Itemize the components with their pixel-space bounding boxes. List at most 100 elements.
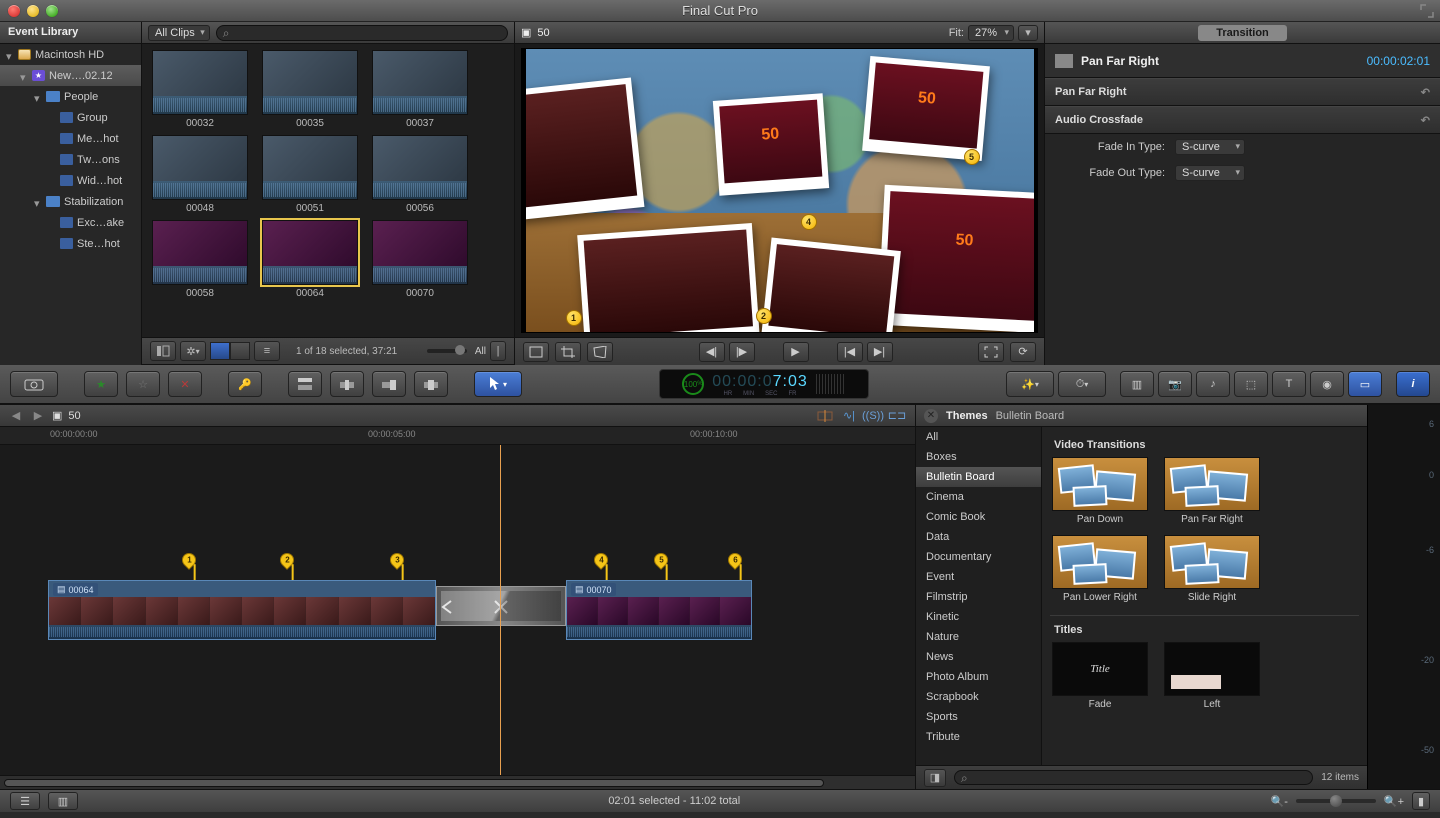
keyword-editor-button[interactable]: 🔑 [228, 371, 262, 397]
append-clip-button[interactable] [372, 371, 406, 397]
clip-filter-dropdown[interactable]: All Clips [148, 25, 210, 41]
browser-search-input[interactable] [216, 25, 508, 41]
disclosure-triangle[interactable]: ▾ [34, 92, 43, 101]
clip-thumbnail[interactable] [372, 135, 468, 200]
timeline-history-fwd[interactable]: ▶ [30, 409, 46, 423]
title-tile[interactable]: TitleFade [1050, 642, 1150, 710]
filmstrip-view-button[interactable] [210, 342, 230, 360]
timeline-ruler[interactable]: 00:00:00:00 00:00:05:00 00:00:10:00 [0, 427, 915, 445]
timeline-index-button[interactable]: ☰ [10, 792, 40, 810]
tree-item[interactable]: Tw…ons [0, 149, 141, 170]
thumbnail-size-slider[interactable] [427, 349, 467, 353]
themes-search-input[interactable] [954, 770, 1313, 785]
clip-thumbnail[interactable] [152, 50, 248, 115]
theme-category-item[interactable]: Event [916, 567, 1041, 587]
fade-in-type-dropdown[interactable]: S-curve [1175, 139, 1245, 155]
inspector-tab-transition[interactable]: Transition [1198, 25, 1287, 41]
clip-thumbnail[interactable] [262, 220, 358, 285]
theme-category-item[interactable]: Sports [916, 707, 1041, 727]
inspector-duration[interactable]: 00:00:02:01 [1367, 54, 1430, 68]
tree-item[interactable]: Exc…ake [0, 212, 141, 233]
timeline-marker[interactable]: 5 [651, 550, 671, 570]
skimmer-toggle[interactable]: | [490, 341, 506, 361]
zoom-slider[interactable] [1296, 799, 1376, 803]
disclosure-triangle[interactable]: ▾ [6, 50, 15, 59]
clip-item[interactable]: 00037 [370, 50, 470, 129]
clip-appearance-button[interactable]: ▥ [48, 792, 78, 810]
fullscreen-viewer-button[interactable] [978, 342, 1004, 362]
clip-item[interactable]: 00056 [370, 135, 470, 214]
skimming-toggle[interactable] [815, 408, 835, 424]
reset-section-button[interactable]: ↶ [1421, 86, 1430, 99]
tree-item[interactable]: Group [0, 107, 141, 128]
theme-category-item[interactable]: All [916, 427, 1041, 447]
transform-tool-button[interactable] [523, 342, 549, 362]
theme-category-item[interactable]: Filmstrip [916, 587, 1041, 607]
zoom-out-icon[interactable]: 🔍- [1271, 795, 1288, 808]
timeline-marker[interactable]: 1 [179, 550, 199, 570]
timeline-marker[interactable]: 6 [725, 550, 745, 570]
tree-item[interactable]: ▾Stabilization [0, 191, 141, 212]
clip-item[interactable]: 00032 [150, 50, 250, 129]
timeline-marker[interactable]: 2 [277, 550, 297, 570]
zoom-dropdown[interactable]: 27% [968, 25, 1014, 41]
theme-category-item[interactable]: Scrapbook [916, 687, 1041, 707]
unrate-button[interactable]: ☆ [126, 371, 160, 397]
insert-clip-button[interactable] [330, 371, 364, 397]
theme-category-item[interactable]: Kinetic [916, 607, 1041, 627]
theme-category-item[interactable]: Data [916, 527, 1041, 547]
prev-frame-button[interactable]: |◀ [837, 342, 863, 362]
music-browser-button[interactable]: ♪ [1196, 371, 1230, 397]
play-reverse-button[interactable]: |▶ [729, 342, 755, 362]
tree-item[interactable]: ▾Macintosh HD [0, 44, 141, 65]
title-tile[interactable]: Left [1162, 642, 1262, 710]
connect-clip-button[interactable] [288, 371, 322, 397]
list-view-button[interactable] [230, 342, 250, 360]
clip-item[interactable]: 00070 [370, 220, 470, 299]
transition-tile[interactable]: Pan Lower Right [1050, 535, 1150, 603]
timeline-marker[interactable]: 4 [591, 550, 611, 570]
tree-item[interactable]: ▾New….02.12 [0, 65, 141, 86]
distort-tool-button[interactable] [587, 342, 613, 362]
clip-thumbnail[interactable] [152, 135, 248, 200]
crop-tool-button[interactable] [555, 342, 581, 362]
clip-item[interactable]: 00051 [260, 135, 360, 214]
close-window-button[interactable] [8, 5, 20, 17]
zoom-in-icon[interactable]: 🔍+ [1384, 795, 1404, 808]
theme-category-item[interactable]: Cinema [916, 487, 1041, 507]
clip-item[interactable]: 00048 [150, 135, 250, 214]
themes-category-list[interactable]: AllBoxesBulletin BoardCinemaComic BookDa… [916, 427, 1042, 765]
next-frame-button[interactable]: ▶| [867, 342, 893, 362]
audio-meters-panel[interactable]: 6 0 -6 -20 -50 [1367, 405, 1440, 789]
timeline-scrollbar[interactable] [0, 775, 915, 789]
clip-grid[interactable]: 0003200035000370004800051000560005800064… [142, 44, 514, 337]
reset-audio-button[interactable]: ↶ [1421, 114, 1430, 127]
transition-tile[interactable]: Slide Right [1162, 535, 1262, 603]
prev-edit-button[interactable]: ◀| [699, 342, 725, 362]
timeline-clip[interactable]: ▤00064 [48, 580, 436, 640]
generators-browser-button[interactable]: ◉ [1310, 371, 1344, 397]
tree-item[interactable]: Wid…hot [0, 170, 141, 191]
theme-category-item[interactable]: Nature [916, 627, 1041, 647]
transitions-browser-button[interactable]: ⬚ [1234, 371, 1268, 397]
snapping-toggle[interactable]: ⊏⊐ [887, 408, 907, 424]
transition-tile[interactable]: Pan Far Right [1162, 457, 1262, 525]
theme-category-item[interactable]: Boxes [916, 447, 1041, 467]
clip-browser-button[interactable]: ▥ [1120, 371, 1154, 397]
clip-item[interactable]: 00064 [260, 220, 360, 299]
clip-thumbnail[interactable] [372, 220, 468, 285]
disclosure-triangle[interactable]: ▾ [20, 71, 29, 80]
clip-thumbnail[interactable] [262, 50, 358, 115]
themes-collapse-button[interactable]: ◨ [924, 769, 946, 787]
tree-item[interactable]: ▾People [0, 86, 141, 107]
playhead[interactable] [500, 445, 501, 775]
timeline-clip[interactable]: ▤00070 [566, 580, 752, 640]
fullscreen-icon[interactable] [1420, 4, 1434, 18]
theme-category-item[interactable]: Tribute [916, 727, 1041, 747]
clip-thumbnail[interactable] [152, 220, 248, 285]
solo-toggle[interactable]: ((S)) [863, 408, 883, 424]
fade-out-type-dropdown[interactable]: S-curve [1175, 165, 1245, 181]
audio-meter-toggle[interactable]: ▮ [1412, 792, 1430, 810]
clip-thumbnail[interactable] [262, 135, 358, 200]
minimize-window-button[interactable] [27, 5, 39, 17]
